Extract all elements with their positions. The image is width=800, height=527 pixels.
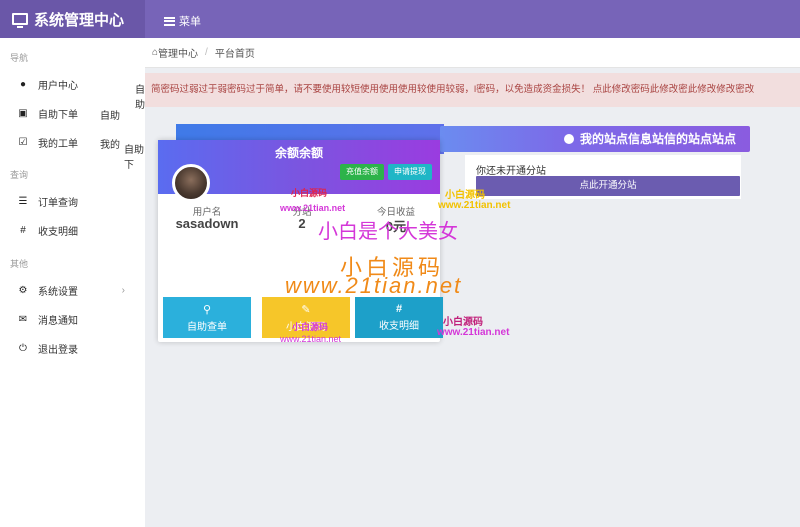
breadcrumb-current: 平台首页 [214,49,255,60]
balance-title: 余额余额 [274,146,323,160]
finance-detail-button[interactable]: # 收支明细 [355,297,443,338]
action-label: 小白源码 [286,322,326,333]
watermark-small-url: www.21tian.net [438,200,511,211]
ghost-label: 自助 [100,111,120,122]
app-title: 系统管理中心 [34,11,125,29]
top-navbar: 系统管理中心 菜单 [0,0,800,38]
sidebar-item-label: 自助下单 [38,109,78,121]
withdraw-button[interactable]: 申请提现 [388,164,432,180]
settings-icon: ⚙ [18,284,28,296]
query-section-header: 查询 [10,170,29,180]
brand[interactable]: 系统管理中心 [0,0,145,38]
sidebar-item-label: 订单查询 [38,197,78,209]
profile-card: 余额余额 充值余额 申请提现 用户名 sasadown 分站 2 今日收益 0元… [158,140,443,342]
ghost-label: 自助 [135,85,145,111]
sidebar-item-self-order[interactable]: ▣ 自助下单 [0,102,145,124]
megaphone-icon: ✉ [18,313,28,325]
menu-toggle-button[interactable]: 菜单 [164,13,201,29]
sidebar-item-user-center[interactable]: ● 用户中心 [0,73,145,95]
sidebar-item-finance-detail[interactable]: # 收支明细 [0,219,145,241]
stat-value-today-income: 0元 [385,219,407,234]
self-query-button[interactable]: ⚲ 自助查单 [163,297,251,338]
open-subsite-button[interactable]: 点此开通分站 [476,176,740,196]
subsite-card: 你还未开通分站 点此开通分站 [465,155,741,199]
sidebar-item-label: 我的工单 [38,138,78,150]
sidebar-item-label: 消息通知 [38,315,78,327]
chevron-right-icon: › [121,284,125,296]
no-subsite-text: 你还未开通分站 [476,166,546,177]
user-icon: ● [19,78,27,90]
search-icon: ⚲ [202,304,212,316]
monitor-icon [12,13,28,28]
globe-icon [563,134,574,144]
sidebar-item-label: 系统设置 [38,286,78,298]
breadcrumb: ⌂ 管理中心 / 平台首页 [145,38,800,68]
sidebar-item-label: 收支明细 [38,226,78,238]
menu-icon [164,16,175,26]
sidebar-item-system-settings[interactable]: ⚙ 系统设置 › [0,279,145,301]
menu-label: 菜单 [179,16,201,28]
edit-icon: ✎ [301,304,311,316]
stat-value-subsite: 2 [298,216,306,231]
stat-value-username: sasadown [175,216,239,231]
power-icon: ⏻ [19,342,27,354]
sidebar-item-label: 用户中心 [38,80,78,92]
site-info-title: 我的站点信息站信的站点站点 [579,132,736,146]
avatar[interactable] [172,164,210,202]
watermark-small-url: www.21tian.net [437,327,510,338]
breadcrumb-separator: / [205,47,208,58]
other-section-header: 其他 [10,259,29,269]
sidebar-item-label: 退出登录 [38,344,78,356]
list-icon: ☰ [18,195,28,207]
hash-icon: # [20,224,26,236]
check-square-icon: ☑ [18,136,28,148]
sidebar-item-notifications[interactable]: ✉ 消息通知 [0,308,145,330]
sidebar-item-order-query[interactable]: ☰ 订单查询 [0,190,145,212]
watermark-small: 小白源码 [443,317,483,328]
cart-icon: ▣ [18,107,28,119]
self-order-button[interactable]: ✎ 小白源码 [262,297,350,338]
sidebar-item-logout[interactable]: ⏻ 退出登录 [0,337,145,359]
hash-icon: # [395,303,403,315]
sidebar: 导航 ● 用户中心 ▣ 自助下单 ☑ 我的工单 查询 ☰ 订单查询 # 收支明细… [0,38,145,527]
ghost-label: 自助下 [124,145,144,171]
site-info-header: 我的站点信息站信的站点站点 [440,126,750,152]
nav-section-header: 导航 [10,53,29,63]
breadcrumb-home[interactable]: 管理中心 [158,45,198,60]
password-warning-alert[interactable]: 简密码过弱过于弱密码过于简单，请不要使用较短使用使用使用较使用较弱，l密码，以免… [145,73,800,107]
recharge-button[interactable]: 充值余额 [340,164,384,180]
action-label: 收支明细 [379,321,419,332]
ghost-label: 我的 [100,140,120,151]
action-label: 自助查单 [187,322,227,333]
